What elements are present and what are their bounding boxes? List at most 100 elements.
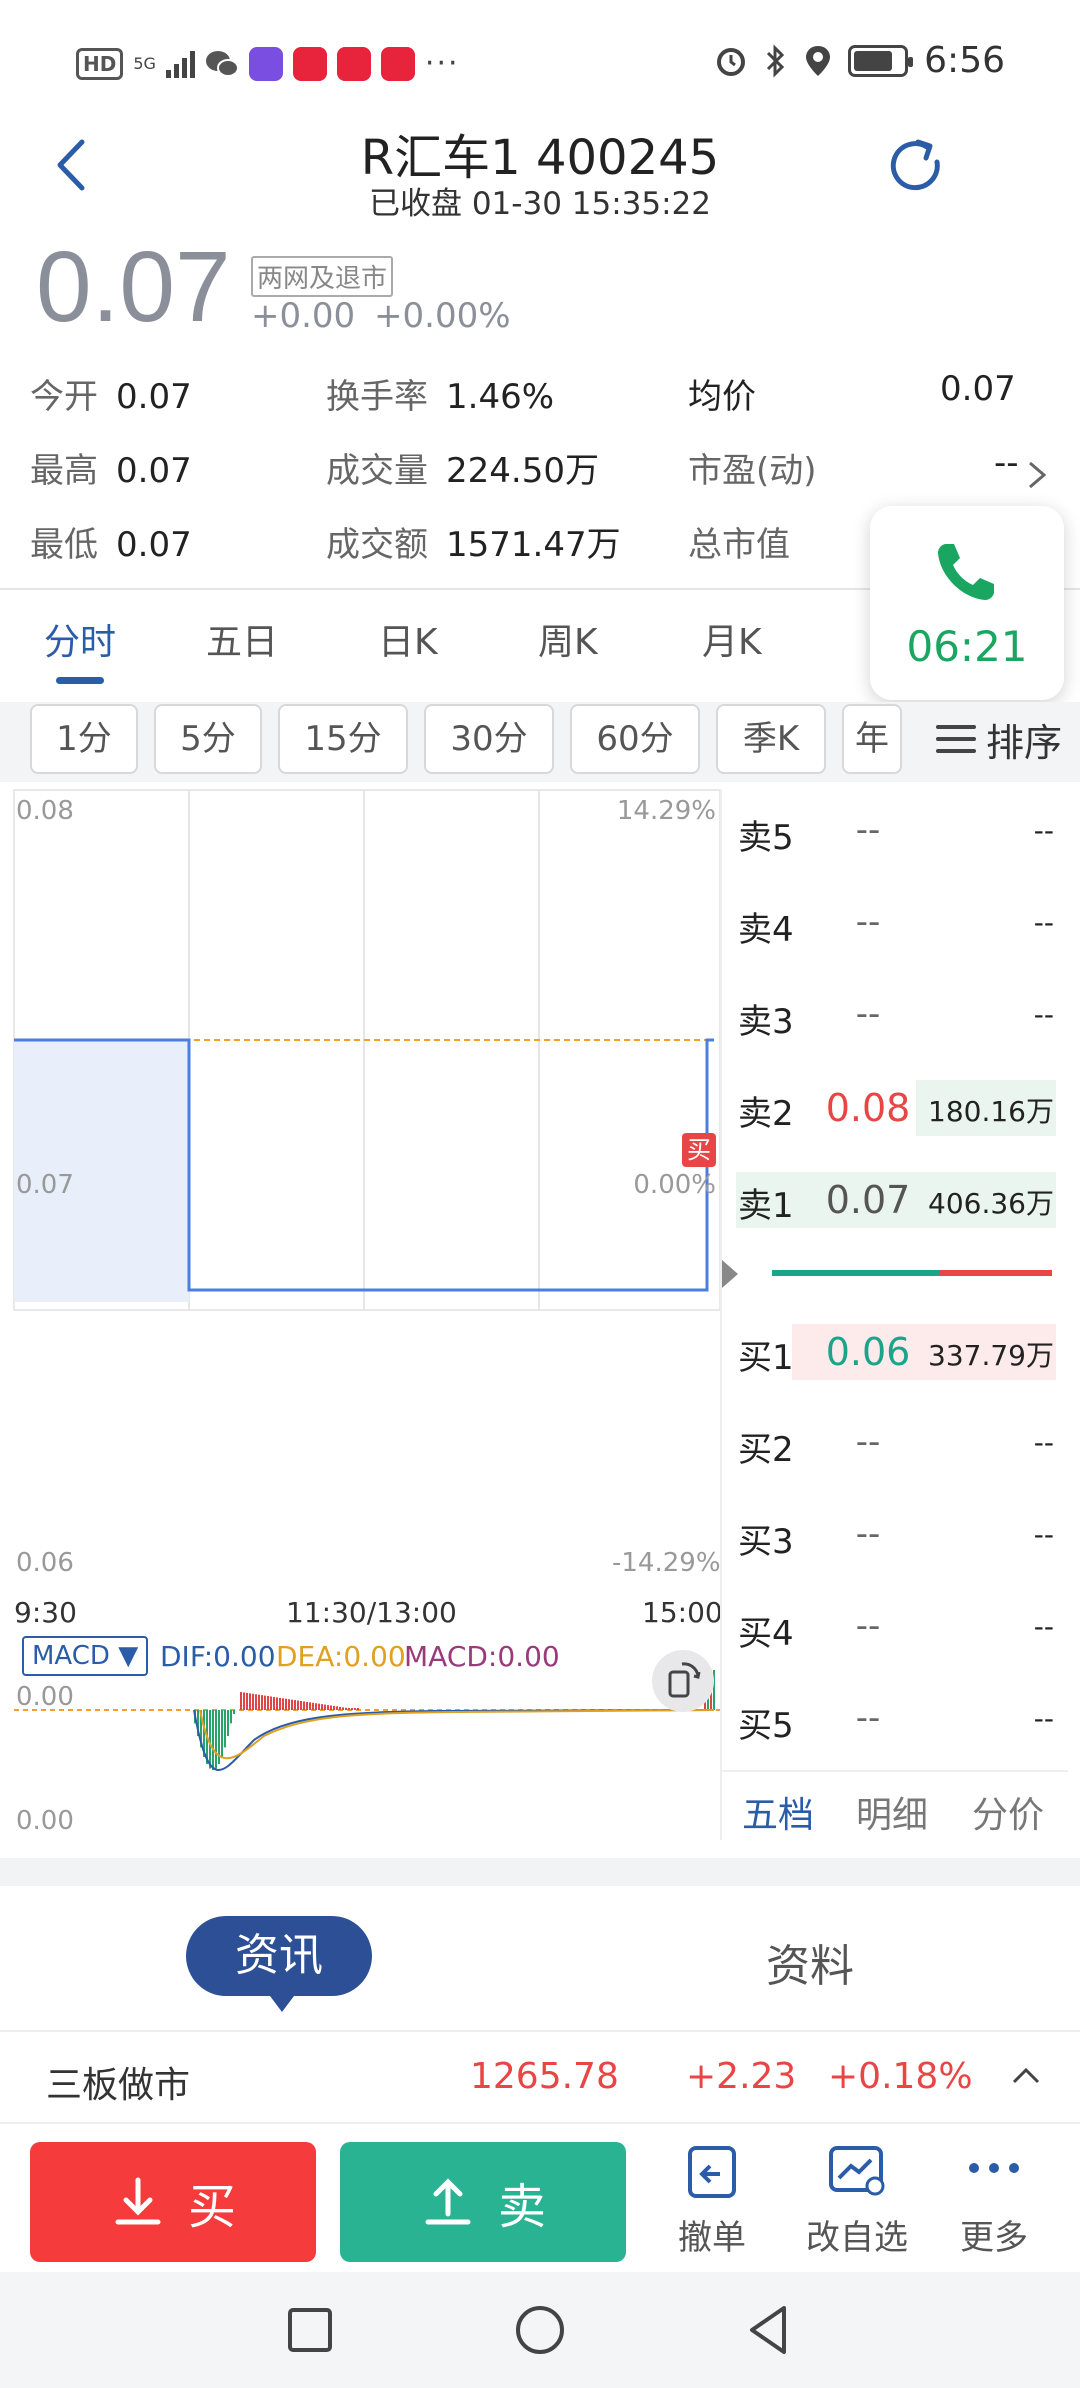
alarm-icon	[717, 47, 746, 76]
y-axis-right-top-label: 14.29%	[616, 796, 716, 826]
buy-row-2[interactable]: 买2 -- --	[722, 1412, 1068, 1472]
period-5min[interactable]: 5分	[154, 704, 262, 774]
macd-bar	[330, 1705, 332, 1710]
macd-bar	[276, 1697, 278, 1710]
sort-button[interactable]: 排序	[908, 702, 1068, 776]
tab-weekly-k[interactable]: 周K	[538, 613, 598, 665]
index-bar[interactable]: 三板做市 1265.78 +2.23 +0.18%	[0, 2030, 1080, 2122]
macd-bar	[339, 1706, 341, 1710]
buy-price: --	[855, 1422, 881, 1462]
period-year-k[interactable]: 年	[842, 704, 902, 774]
macd-bar	[240, 1692, 242, 1710]
tab-profile[interactable]: 资料	[766, 1930, 854, 1994]
macd-bar	[270, 1696, 272, 1710]
cancel-order-button[interactable]: 撤单	[652, 2142, 772, 2272]
dea-line	[199, 1709, 715, 1760]
rotate-icon	[668, 1662, 701, 1698]
macd-selector[interactable]: MACD ▼	[22, 1636, 149, 1676]
period-1min[interactable]: 1分	[30, 704, 138, 774]
intraday-chart[interactable]: 0.08 0.07 14.29% 0.00%	[13, 789, 721, 1311]
header: R汇车1 400245 已收盘 01-30 15:35:22	[0, 110, 1080, 230]
tab-five-day[interactable]: 五日	[206, 613, 278, 665]
tab-news[interactable]: 资讯	[186, 1916, 372, 2012]
quote-pe-label: 市盈(动)	[688, 451, 817, 491]
sell-label: 卖	[497, 2179, 546, 2235]
macd-bar	[354, 1708, 356, 1710]
buy-row-3[interactable]: 买3 -- --	[722, 1504, 1068, 1564]
tab-daily-k[interactable]: 日K	[378, 613, 438, 665]
period-bar: 1分 5分 15分 30分 60分 季K 年 排序	[0, 702, 1080, 782]
macd-bar	[249, 1693, 251, 1710]
macd-panel: MACD ▼ DIF:0.00 DEA:0.00 MACD:0.00 0.00 …	[14, 1630, 720, 1840]
sell-price: --	[855, 994, 881, 1034]
change-value: +0.00	[251, 296, 356, 336]
macd-bar	[312, 1702, 314, 1710]
period-15min[interactable]: 15分	[278, 704, 408, 774]
buy-button[interactable]: 买	[30, 2142, 316, 2262]
more-button[interactable]: 更多	[934, 2142, 1054, 2272]
edit-watchlist-label: 改自选	[806, 2218, 908, 2258]
back-nav-button[interactable]	[740, 2300, 800, 2360]
buy-price: --	[855, 1698, 881, 1738]
quote-open: 今开 0.07	[30, 377, 192, 417]
sell-volume: 406.36万	[928, 1187, 1054, 1220]
sell-arrow-icon	[425, 2178, 471, 2225]
refresh-button[interactable]	[882, 132, 952, 202]
chevron-up-icon[interactable]	[1010, 2064, 1042, 2088]
macd-bar	[300, 1701, 302, 1710]
sell-row-4[interactable]: 卖2 0.08 180.16万	[722, 1076, 1068, 1136]
edit-watchlist-button[interactable]: 改自选	[792, 2142, 922, 2272]
macd-bar	[336, 1706, 338, 1710]
period-quarter-k[interactable]: 季K	[716, 704, 826, 774]
buy-row-5[interactable]: 买5 -- --	[722, 1688, 1068, 1748]
tab-intraday[interactable]: 分时	[44, 613, 116, 665]
sell-row-1[interactable]: 卖5 -- --	[722, 800, 1068, 860]
quote-high: 最高 0.07	[30, 451, 192, 491]
macd-bar	[246, 1692, 248, 1710]
period-30min[interactable]: 30分	[424, 704, 554, 774]
macd-bar	[351, 1708, 353, 1710]
period-60min[interactable]: 60分	[570, 704, 700, 774]
buy-level-label: 买5	[738, 1706, 794, 1746]
buy-row-1[interactable]: 买1 0.06 337.79万	[722, 1320, 1068, 1380]
order-book: 卖5 -- -- 卖4 -- -- 卖3 -- -- 卖2 0.08 180.16万 卖1 0.07 406…	[720, 790, 1068, 1840]
home-button[interactable]	[510, 2300, 570, 2360]
macd-value: MACD:0.00	[404, 1640, 560, 1673]
macd-bar	[233, 1710, 235, 1714]
sell-button[interactable]: 卖	[340, 2142, 626, 2262]
sell-row-3[interactable]: 卖3 -- --	[722, 984, 1068, 1044]
macd-bar	[209, 1710, 211, 1769]
y-axis-mid-label: 0.07	[16, 1170, 74, 1200]
sell-volume: --	[1033, 814, 1054, 847]
sell-price: --	[855, 810, 881, 850]
buy-row-4[interactable]: 买4 -- --	[722, 1596, 1068, 1656]
macd-bar	[267, 1696, 269, 1710]
macd-bar	[221, 1710, 223, 1757]
call-widget[interactable]: 06:21	[870, 506, 1064, 700]
system-nav-bar	[0, 2272, 1080, 2388]
tab-details[interactable]: 明细	[856, 1786, 928, 1838]
rotate-screen-button[interactable]	[652, 1650, 714, 1712]
price-change: +0.00 +0.00%	[251, 296, 511, 336]
macd-bar	[333, 1705, 335, 1710]
macd-bar	[327, 1705, 329, 1710]
chevron-right-icon[interactable]	[1022, 455, 1052, 495]
quote-mktcap-label: 总市值	[688, 525, 790, 565]
action-bar: 买 卖 撤单 改自选 更多	[0, 2122, 1080, 2272]
quote-avg-value: 0.07	[940, 369, 1016, 409]
y-axis-right-mid-label: 0.00%	[633, 1170, 716, 1200]
douyin-icon	[336, 46, 371, 81]
sell-row-2[interactable]: 卖4 -- --	[722, 892, 1068, 952]
recent-apps-button[interactable]	[280, 2300, 340, 2360]
edit-watchlist-icon	[829, 2146, 885, 2196]
douyin-icon	[380, 46, 415, 81]
tab-five-levels[interactable]: 五档	[742, 1786, 814, 1838]
cancel-order-icon	[688, 2146, 736, 2198]
bid-ask-ratio-bar	[772, 1270, 1052, 1276]
sell-row-5[interactable]: 卖1 0.07 406.36万	[722, 1168, 1068, 1228]
macd-bar	[258, 1694, 260, 1710]
macd-bar	[315, 1703, 317, 1710]
tab-price-distribution[interactable]: 分价	[972, 1786, 1044, 1838]
buy-volume: --	[1033, 1702, 1054, 1735]
tab-monthly-k[interactable]: 月K	[702, 613, 762, 665]
